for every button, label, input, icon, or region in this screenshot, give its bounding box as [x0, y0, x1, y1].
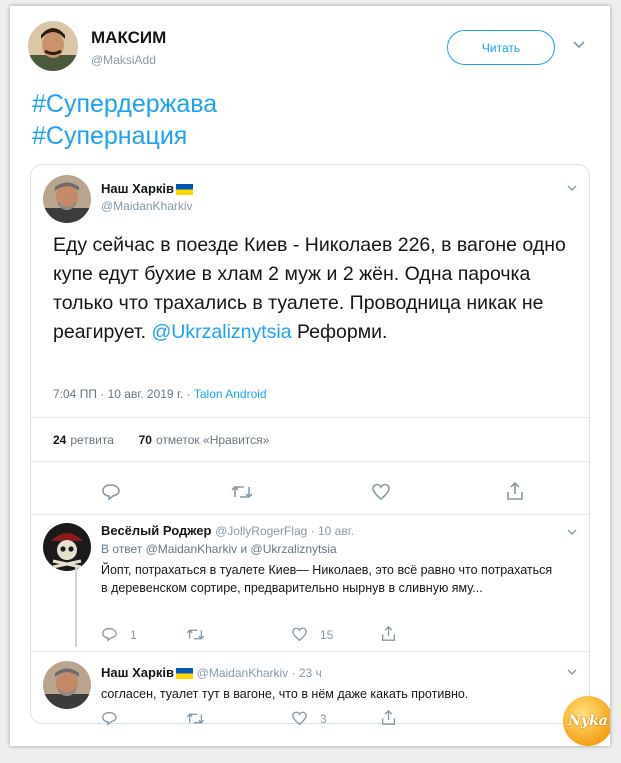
divider [31, 461, 589, 462]
tweet-source[interactable]: Talon Android [194, 387, 267, 401]
screenshot-frame: МАКСИМ @MaksiAdd Читать #Супердержава #С… [10, 6, 610, 746]
reply-to-line[interactable]: В ответ @MaidanKharkiv и @Ukrzaliznytsia [101, 542, 337, 556]
reply-avatar[interactable] [43, 661, 91, 709]
reply-author[interactable]: Весёлый Роджер @JollyRogerFlag · 10 авг. [101, 523, 354, 538]
author-avatar[interactable] [28, 21, 78, 71]
author-name[interactable]: МАКСИМ [91, 28, 166, 48]
reply-icon[interactable] [101, 711, 118, 726]
reply-text: согласен, туалет тут в вагоне, что в нём… [101, 687, 469, 701]
quoted-author-name[interactable]: Наш Харків [101, 181, 194, 196]
retweet-icon[interactable] [231, 483, 253, 501]
reply-menu-chevron-icon[interactable] [566, 665, 578, 680]
quoted-author-handle[interactable]: @MaidanKharkiv [101, 199, 193, 213]
thread-line [75, 567, 77, 647]
retweet-icon[interactable] [186, 627, 205, 642]
quoted-tweet-card[interactable]: Наш Харків @MaidanKharkiv Еду сейчас в п… [30, 164, 590, 726]
ukraine-flag-icon [176, 668, 194, 680]
ukraine-flag-icon [176, 184, 194, 196]
divider [31, 651, 589, 652]
share-icon[interactable] [381, 625, 396, 642]
retweets-stat[interactable]: 24 ретвита [53, 433, 114, 447]
tweet-menu-chevron-icon[interactable] [572, 38, 586, 53]
reply-menu-chevron-icon[interactable] [566, 525, 578, 540]
tweet-stats: 24 ретвита 70 отметок «Нравится» [53, 433, 269, 447]
quoted-tweet-text: Еду сейчас в поезде Киев - Николаев 226,… [53, 234, 566, 343]
tweet-timestamp[interactable]: 7:04 ПП · 10 авг. 2019 г. · Talon Androi… [53, 387, 267, 401]
reply-icon[interactable]: 1 [101, 627, 137, 642]
share-icon[interactable] [381, 709, 396, 726]
divider [31, 417, 589, 418]
like-count: 15 [320, 627, 334, 642]
reply-author[interactable]: Наш Харків @MaidanKharkiv · 23 ч [101, 665, 322, 680]
divider [31, 514, 589, 515]
quoted-author-avatar[interactable] [43, 175, 91, 223]
like-icon[interactable] [371, 483, 391, 501]
watermark-logo: Nyka [563, 696, 610, 746]
like-icon[interactable]: 15 [291, 627, 333, 642]
reply-avatar[interactable] [43, 523, 91, 571]
hashtag-supernation[interactable]: #Супернация [32, 122, 187, 151]
follow-button[interactable]: Читать [447, 30, 555, 65]
like-icon[interactable]: 3 [291, 711, 327, 726]
reply-text: Йопт, потрахаться в туалете Киев— Никола… [101, 563, 553, 595]
likes-stat[interactable]: 70 отметок «Нравится» [139, 433, 270, 447]
retweet-icon[interactable] [186, 711, 205, 726]
reply-icon[interactable] [101, 483, 121, 501]
mention-link[interactable]: @Ukrzaliznytsia [152, 321, 292, 343]
share-icon[interactable] [506, 481, 524, 501]
quoted-menu-chevron-icon[interactable] [566, 181, 578, 196]
hashtag-superpower[interactable]: #Супердержава [32, 90, 217, 119]
author-handle[interactable]: @MaksiAdd [91, 53, 156, 67]
like-count: 3 [320, 711, 327, 726]
reply-count: 1 [130, 627, 137, 642]
